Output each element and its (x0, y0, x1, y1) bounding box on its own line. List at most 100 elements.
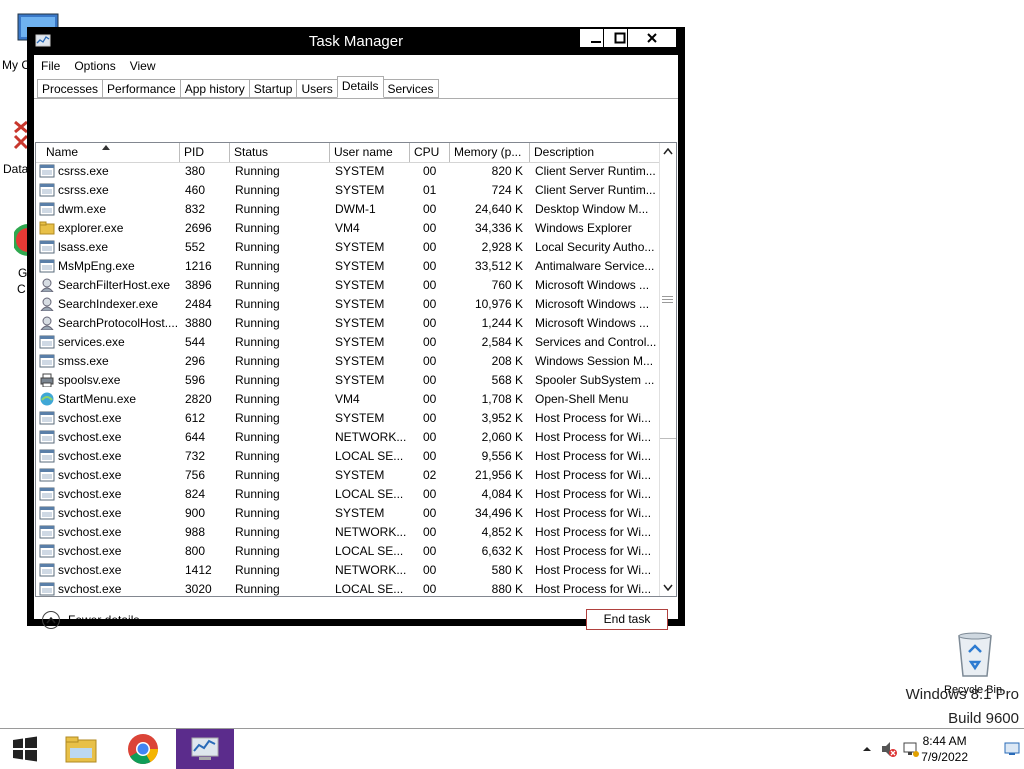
cell-name: spoolsv.exe (58, 373, 121, 387)
scrollbar-thumb[interactable] (660, 160, 676, 439)
cell-pid: 1412 (185, 563, 212, 577)
table-row[interactable]: SearchProtocolHost.... 3880 Running SYSTEM 0… (36, 314, 660, 333)
table-row[interactable]: MsMpEng.exe 1216 Running SYSTEM 00 33,512 K An… (36, 257, 660, 276)
tab-startup[interactable]: Startup (248, 79, 298, 98)
table-row[interactable]: svchost.exe 900 Running SYSTEM 00 34,496 K Hos… (36, 504, 660, 523)
start-button[interactable] (0, 729, 50, 769)
table-row[interactable]: smss.exe 296 Running SYSTEM 00 208 K Windows S… (36, 352, 660, 371)
table-row[interactable]: svchost.exe 644 Running NETWORK... 00 2,060 K… (36, 428, 660, 447)
column-header-memory[interactable]: Memory (p... (450, 143, 530, 162)
cell-mem: 2,584 K (481, 335, 523, 349)
clock[interactable]: 8:44 AM 7/9/2022 (921, 733, 968, 765)
scroll-up-button[interactable] (660, 143, 676, 160)
vertical-scrollbar[interactable] (659, 143, 676, 596)
shell-process-icon (40, 392, 54, 406)
cell-pid: 460 (185, 183, 206, 197)
recycle-bin-desktop-icon[interactable] (953, 630, 997, 680)
chrome-taskbar-button[interactable] (118, 729, 168, 769)
tab-performance[interactable]: Performance (102, 79, 181, 98)
table-row[interactable]: svchost.exe 1412 Running NETWORK... 00 580 K H… (36, 561, 660, 580)
generic-process-icon (39, 582, 55, 596)
menu-options[interactable]: Options (74, 59, 115, 73)
table-row[interactable]: svchost.exe 756 Running SYSTEM 02 21,956 K Hos… (36, 466, 660, 485)
cell-mem: 2,060 K (481, 430, 523, 444)
cell-desc: Host Process for Wi... (535, 411, 652, 425)
cell-desc: Spooler SubSystem ... (535, 373, 655, 387)
volume-muted-icon[interactable] (880, 740, 898, 758)
task-manager-taskbar-button[interactable] (176, 729, 234, 769)
tab-app-history[interactable]: App history (179, 79, 250, 98)
cell-pid: 832 (185, 202, 206, 216)
cell-name: csrss.exe (58, 164, 109, 178)
table-row[interactable]: explorer.exe 2696 Running VM4 00 34,336 K Wind… (36, 219, 660, 238)
generic-process-icon (39, 183, 55, 197)
table-row[interactable]: SearchFilterHost.exe 3896 Running SYSTEM 00 7… (36, 276, 660, 295)
table-row[interactable]: SearchIndexer.exe 2484 Running SYSTEM 00 10,9… (36, 295, 660, 314)
menu-view[interactable]: View (130, 59, 156, 73)
table-row[interactable]: StartMenu.exe 2820 Running VM4 00 1,708 K Open… (36, 390, 660, 409)
table-row[interactable]: svchost.exe 612 Running SYSTEM 00 3,952 K Host… (36, 409, 660, 428)
column-header-status[interactable]: Status (230, 143, 330, 162)
cell-name: svchost.exe (58, 449, 122, 463)
cell-user: SYSTEM (335, 183, 385, 197)
cell-status: Running (235, 392, 280, 406)
table-row[interactable]: svchost.exe 800 Running LOCAL SE... 00 6,632 … (36, 542, 660, 561)
table-row[interactable]: csrss.exe 380 Running SYSTEM 00 820 K Client S… (36, 162, 660, 181)
table-row[interactable]: svchost.exe 3020 Running LOCAL SE... 00 880 K… (36, 580, 660, 596)
column-header-name[interactable]: Name (36, 143, 180, 162)
cell-mem: 4,852 K (481, 525, 523, 539)
column-header-description[interactable]: Description (530, 143, 661, 162)
cell-status: Running (235, 202, 280, 216)
cell-status: Running (235, 278, 280, 292)
generic-process-icon (39, 449, 55, 463)
generic-process-icon (39, 487, 55, 501)
generic-process-icon (39, 430, 55, 444)
tab-details[interactable]: Details (336, 76, 384, 98)
table-row[interactable]: services.exe 544 Running SYSTEM 00 2,584 K Ser… (36, 333, 660, 352)
tab-services[interactable]: Services (382, 79, 439, 98)
cell-user: VM4 (335, 392, 360, 406)
end-task-button[interactable]: End task (586, 609, 668, 630)
table-row[interactable]: csrss.exe 460 Running SYSTEM 01 724 K Client S… (36, 181, 660, 200)
column-header-pid[interactable]: PID (180, 143, 230, 162)
cell-status: Running (235, 183, 280, 197)
cell-status: Running (235, 221, 280, 235)
cell-pid: 3880 (185, 316, 212, 330)
table-row[interactable]: dwm.exe 832 Running DWM-1 00 24,640 K Desktop … (36, 200, 660, 219)
table-row[interactable]: svchost.exe 988 Running NETWORK... 00 4,852 K… (36, 523, 660, 542)
close-icon (647, 33, 657, 43)
cell-mem: 10,976 K (474, 297, 523, 311)
printer-process-icon (40, 373, 54, 387)
cell-status: Running (235, 259, 280, 273)
table-row[interactable]: lsass.exe 552 Running SYSTEM 00 2,928 K Local … (36, 238, 660, 257)
cell-user: LOCAL SE... (335, 544, 404, 558)
column-header-user-name[interactable]: User name (330, 143, 410, 162)
table-row[interactable]: spoolsv.exe 596 Running SYSTEM 00 568 K Spoole… (36, 371, 660, 390)
cell-status: Running (235, 411, 280, 425)
cell-cpu: 00 (423, 259, 437, 273)
show-desktop-icon[interactable] (1004, 742, 1020, 756)
cell-mem: 24,640 K (474, 202, 523, 216)
column-header-cpu[interactable]: CPU (410, 143, 450, 162)
tab-users[interactable]: Users (296, 79, 338, 98)
cell-mem: 33,512 K (474, 259, 523, 273)
cell-mem: 6,632 K (481, 544, 523, 558)
tab-processes[interactable]: Processes (37, 79, 104, 98)
cell-mem: 3,952 K (481, 411, 523, 425)
tab-strip: Processes Performance App history Startu… (37, 76, 439, 99)
menu-file[interactable]: File (41, 59, 60, 73)
cell-user: SYSTEM (335, 240, 385, 254)
table-row[interactable]: svchost.exe 824 Running LOCAL SE... 00 4,084 … (36, 485, 660, 504)
fewer-details-button[interactable]: Fewer details (42, 611, 139, 629)
show-hidden-icons-icon[interactable] (862, 744, 872, 754)
title-bar[interactable]: Task Manager (27, 27, 685, 55)
network-icon[interactable] (902, 740, 920, 758)
generic-process-icon (39, 544, 55, 558)
cell-pid: 2484 (185, 297, 212, 311)
close-button[interactable] (627, 28, 677, 48)
cell-desc: Open-Shell Menu (535, 392, 629, 406)
table-row[interactable]: svchost.exe 732 Running LOCAL SE... 00 9,556 … (36, 447, 660, 466)
file-explorer-taskbar-button[interactable] (56, 729, 106, 769)
scroll-down-button[interactable] (660, 579, 676, 596)
cell-user: SYSTEM (335, 354, 385, 368)
